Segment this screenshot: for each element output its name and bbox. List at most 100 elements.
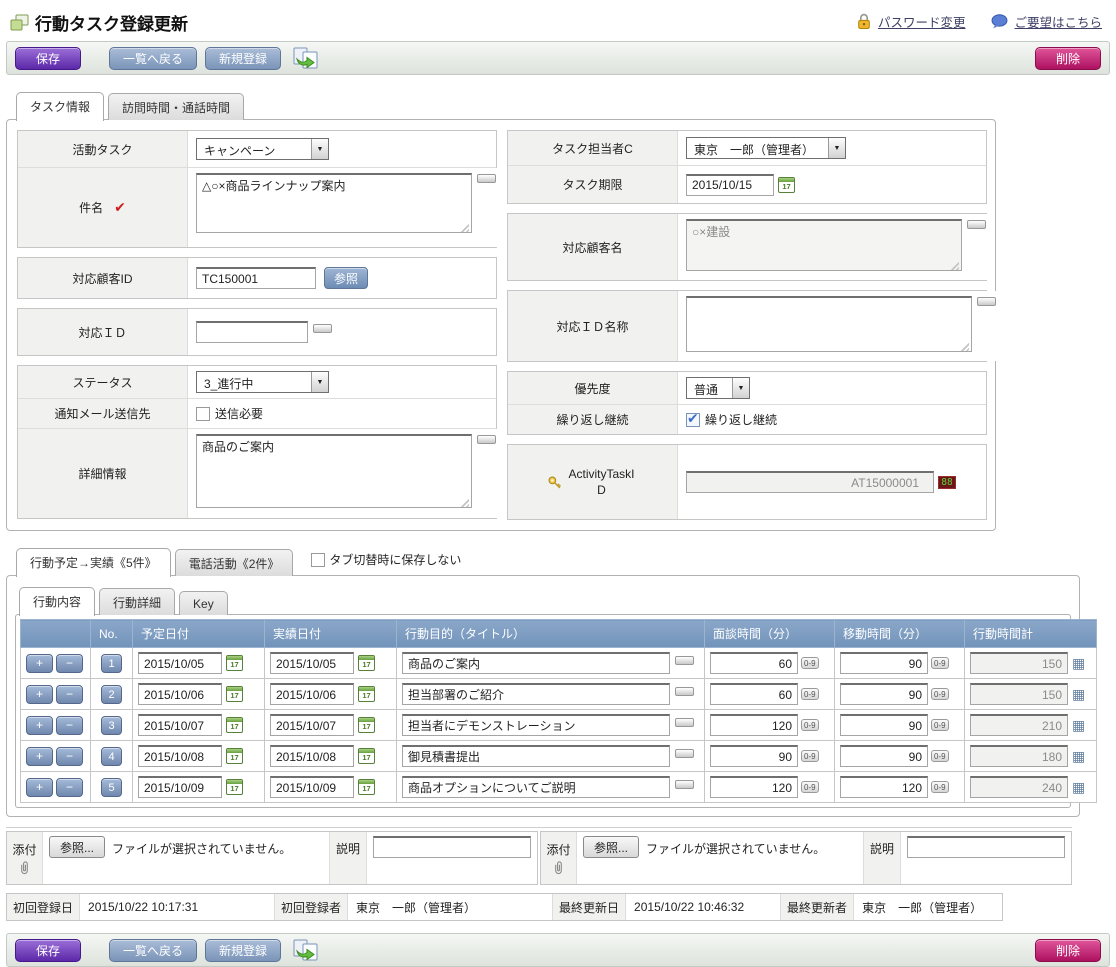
travel-minutes-input[interactable] [840, 683, 928, 705]
meeting-minutes-input[interactable] [710, 745, 798, 767]
plan-date-input[interactable] [138, 652, 222, 674]
expand-field-button[interactable] [477, 174, 496, 183]
copy-task-icon[interactable] [291, 938, 321, 963]
save-button[interactable]: 保存 [15, 47, 81, 70]
delete-button[interactable]: 削除 [1035, 47, 1101, 70]
calendar-icon[interactable] [226, 748, 243, 764]
actual-date-input[interactable] [270, 652, 354, 674]
travel-minutes-input[interactable] [840, 776, 928, 798]
calculator-icon[interactable] [1072, 749, 1085, 763]
add-row-button[interactable]: + [26, 716, 53, 735]
actual-date-input[interactable] [270, 776, 354, 798]
calendar-icon[interactable] [358, 686, 375, 702]
travel-minutes-input[interactable] [840, 745, 928, 767]
tab-visit-call-time[interactable]: 訪問時間・通話時間 [108, 93, 244, 120]
calculator-icon[interactable] [1072, 718, 1085, 732]
back-to-list-button[interactable]: 一覧へ戻る [109, 939, 197, 962]
remove-row-button[interactable]: − [56, 778, 83, 797]
send-required-checkbox[interactable] [196, 407, 210, 421]
actual-date-input[interactable] [270, 745, 354, 767]
add-row-button[interactable]: + [26, 778, 53, 797]
expand-field-button[interactable] [675, 780, 694, 789]
plan-date-input[interactable] [138, 745, 222, 767]
calendar-icon[interactable] [358, 779, 375, 795]
expand-field-button[interactable] [313, 324, 332, 333]
plan-date-input[interactable] [138, 776, 222, 798]
new-register-button[interactable]: 新規登録 [205, 939, 281, 962]
assignee-select[interactable]: 東京 一郎（管理者） [686, 137, 846, 159]
activity-task-select[interactable]: キャンペーン [196, 138, 329, 160]
priority-select[interactable]: 普通 [686, 377, 750, 399]
auto-number-icon[interactable]: 88 [938, 476, 956, 489]
calendar-icon[interactable] [226, 779, 243, 795]
browse-file-button[interactable]: 参照... [583, 836, 639, 858]
attachment-description-input[interactable] [373, 836, 531, 858]
request-link[interactable]: ご要望はこちら [1014, 12, 1102, 31]
remove-row-button[interactable]: − [56, 654, 83, 673]
remove-row-button[interactable]: − [56, 685, 83, 704]
tab-phone-activity[interactable]: 電話活動《2件》 [175, 549, 294, 576]
no-save-on-tab-switch-checkbox[interactable] [311, 553, 325, 567]
calendar-icon[interactable] [226, 686, 243, 702]
actual-date-input[interactable] [270, 714, 354, 736]
save-button[interactable]: 保存 [15, 939, 81, 962]
expand-field-button[interactable] [675, 718, 694, 727]
calendar-icon[interactable] [358, 655, 375, 671]
plan-date-input[interactable] [138, 683, 222, 705]
expand-field-button[interactable] [477, 435, 496, 444]
purpose-input[interactable] [402, 776, 670, 798]
tab-activity-detail[interactable]: 行動詳細 [99, 588, 175, 615]
browse-file-button[interactable]: 参照... [49, 836, 105, 858]
table-row: +− 4 [21, 741, 1097, 772]
remove-row-button[interactable]: − [56, 716, 83, 735]
meeting-minutes-input[interactable] [710, 776, 798, 798]
purpose-input[interactable] [402, 745, 670, 767]
new-register-button[interactable]: 新規登録 [205, 47, 281, 70]
add-row-button[interactable]: + [26, 747, 53, 766]
subject-textarea[interactable]: △○×商品ラインナップ案内 [196, 173, 472, 233]
plan-date-input[interactable] [138, 714, 222, 736]
customer-id-input[interactable] [196, 267, 316, 289]
reference-button[interactable]: 参照 [324, 267, 368, 289]
meeting-minutes-input[interactable] [710, 652, 798, 674]
purpose-input[interactable] [402, 652, 670, 674]
add-row-button[interactable]: + [26, 685, 53, 704]
calendar-icon[interactable] [358, 748, 375, 764]
password-change-link[interactable]: パスワード変更 [878, 12, 966, 31]
meeting-minutes-input[interactable] [710, 683, 798, 705]
travel-minutes-input[interactable] [840, 714, 928, 736]
expand-field-button[interactable] [977, 297, 996, 306]
tab-key[interactable]: Key [179, 591, 228, 615]
calculator-icon[interactable] [1072, 656, 1085, 670]
expand-field-button[interactable] [675, 749, 694, 758]
actual-date-input[interactable] [270, 683, 354, 705]
purpose-input[interactable] [402, 714, 670, 736]
calculator-icon[interactable] [1072, 780, 1085, 794]
tab-activity-content[interactable]: 行動内容 [19, 587, 95, 616]
calculator-icon[interactable] [1072, 687, 1085, 701]
expand-field-button[interactable] [967, 220, 986, 229]
purpose-input[interactable] [402, 683, 670, 705]
status-select[interactable]: 3_進行中 [196, 371, 329, 393]
expand-field-button[interactable] [675, 687, 694, 696]
delete-button[interactable]: 削除 [1035, 939, 1101, 962]
calendar-icon[interactable] [358, 717, 375, 733]
expand-field-button[interactable] [675, 656, 694, 665]
copy-task-icon[interactable] [291, 46, 321, 71]
calendar-icon[interactable] [226, 717, 243, 733]
back-to-list-button[interactable]: 一覧へ戻る [109, 47, 197, 70]
add-row-button[interactable]: + [26, 654, 53, 673]
calendar-icon[interactable] [778, 177, 795, 193]
remove-row-button[interactable]: − [56, 747, 83, 766]
tab-activity-plan[interactable]: 行動予定→実績《5件》 [16, 548, 171, 577]
detail-textarea[interactable]: 商品のご案内 [196, 434, 472, 508]
taiou-id-input[interactable] [196, 321, 308, 343]
tab-task-info[interactable]: タスク情報 [16, 92, 104, 121]
attachment-description-input[interactable] [907, 836, 1065, 858]
repeat-checkbox[interactable] [686, 413, 700, 427]
deadline-input[interactable] [686, 174, 774, 196]
meeting-minutes-input[interactable] [710, 714, 798, 736]
travel-minutes-input[interactable] [840, 652, 928, 674]
calendar-icon[interactable] [226, 655, 243, 671]
taiou-id-name-textarea[interactable] [686, 296, 972, 352]
